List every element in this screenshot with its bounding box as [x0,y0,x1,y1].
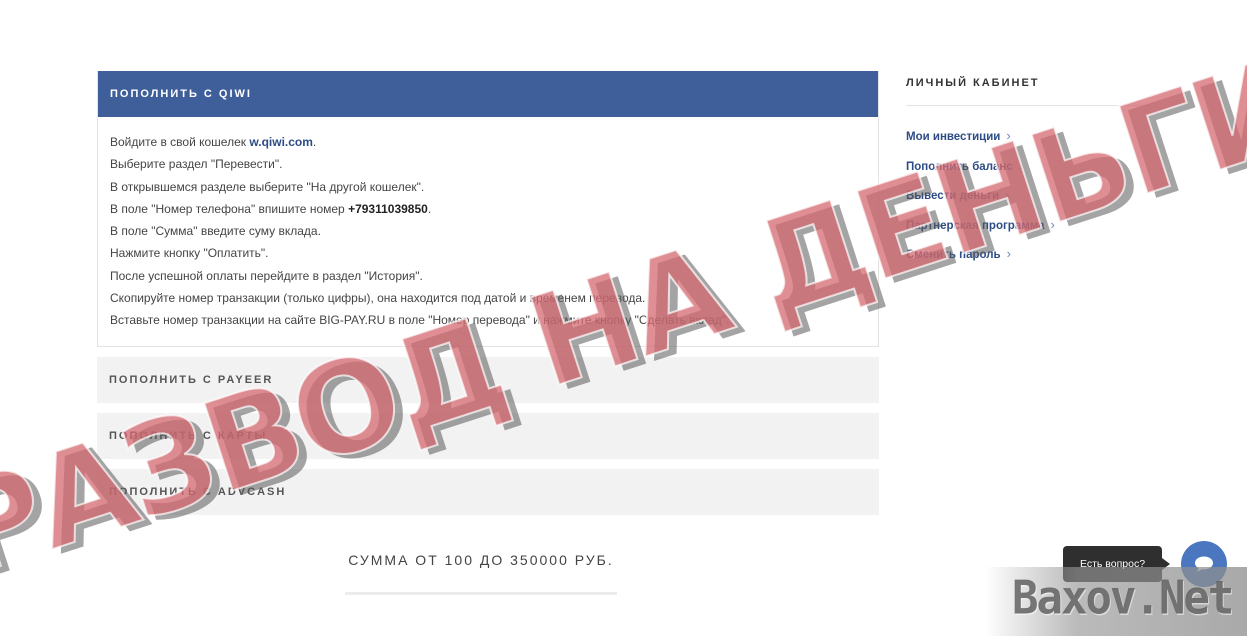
instruction-line: Нажмите кнопку "Оплатить". [110,246,269,261]
payment-methods: ПОПОЛНИТЬ С QIWI Войдите в свой кошелек … [97,71,879,515]
amount-range-note: СУММА ОТ 100 ДО 350000 РУБ. [345,552,617,595]
chevron-right-icon: › [1018,157,1024,173]
instruction-line: Вставьте номер транзакции на сайте BIG-P… [110,313,730,328]
payeer-panel-header[interactable]: ПОПОЛНИТЬ С PAYEER [97,356,879,403]
sidebar-item-withdraw[interactable]: Вывести деньги › [906,180,1151,210]
phone-number: +79311039850 [348,201,428,216]
chevron-right-icon: › [1006,246,1011,261]
sidebar-item-change-password[interactable]: Сменить пароль › [906,239,1151,269]
chevron-right-icon: › [1006,128,1011,143]
instruction-line: Выберите раздел "Перевести". [110,157,283,172]
instruction-line: В поле "Сумма" введите суму вклада. [110,224,321,239]
qiwi-link[interactable]: w.qiwi.com [249,135,313,149]
sidebar-title: ЛИЧНЫЙ КАБИНЕТ [906,71,1151,106]
sidebar-item-top-up[interactable]: Пополнить баланс › [906,151,1151,181]
instruction-line: В поле "Номер телефона" впишите номер +7… [110,201,432,216]
chevron-right-icon: › [1050,216,1055,232]
site-watermark: Baxov.Net [1012,571,1234,626]
sidebar-item-investments[interactable]: Мои инвестиции › [906,121,1151,151]
instruction-line: Войдите в свой кошелек w.qiwi.com. [110,135,317,149]
qiwi-panel: ПОПОЛНИТЬ С QIWI Войдите в свой кошелек … [97,71,879,347]
qiwi-panel-header[interactable]: ПОПОЛНИТЬ С QIWI [98,71,878,117]
advcash-panel-header[interactable]: ПОПОЛНИТЬ С ADVCASH [97,468,879,515]
qiwi-instructions: Войдите в свой кошелек w.qiwi.com. Выбер… [98,117,878,346]
sidebar-menu: Мои инвестиции › Пополнить баланс › Вывест… [906,121,1151,269]
chevron-right-icon: › [1005,187,1010,202]
card-panel-header[interactable]: ПОПОЛНИТЬ С КАРТЫ [97,412,879,459]
instruction-line: После успешной оплаты перейдите в раздел… [110,268,423,283]
instruction-line: В открывшемся разделе выберите "На друго… [110,179,425,194]
account-sidebar: ЛИЧНЫЙ КАБИНЕТ Мои инвестиции › Пополнить… [906,71,1151,269]
sidebar-item-affiliate[interactable]: Партнерская программа › [906,210,1151,240]
instruction-line: Скопируйте номер транзакции (только цифр… [110,291,646,306]
